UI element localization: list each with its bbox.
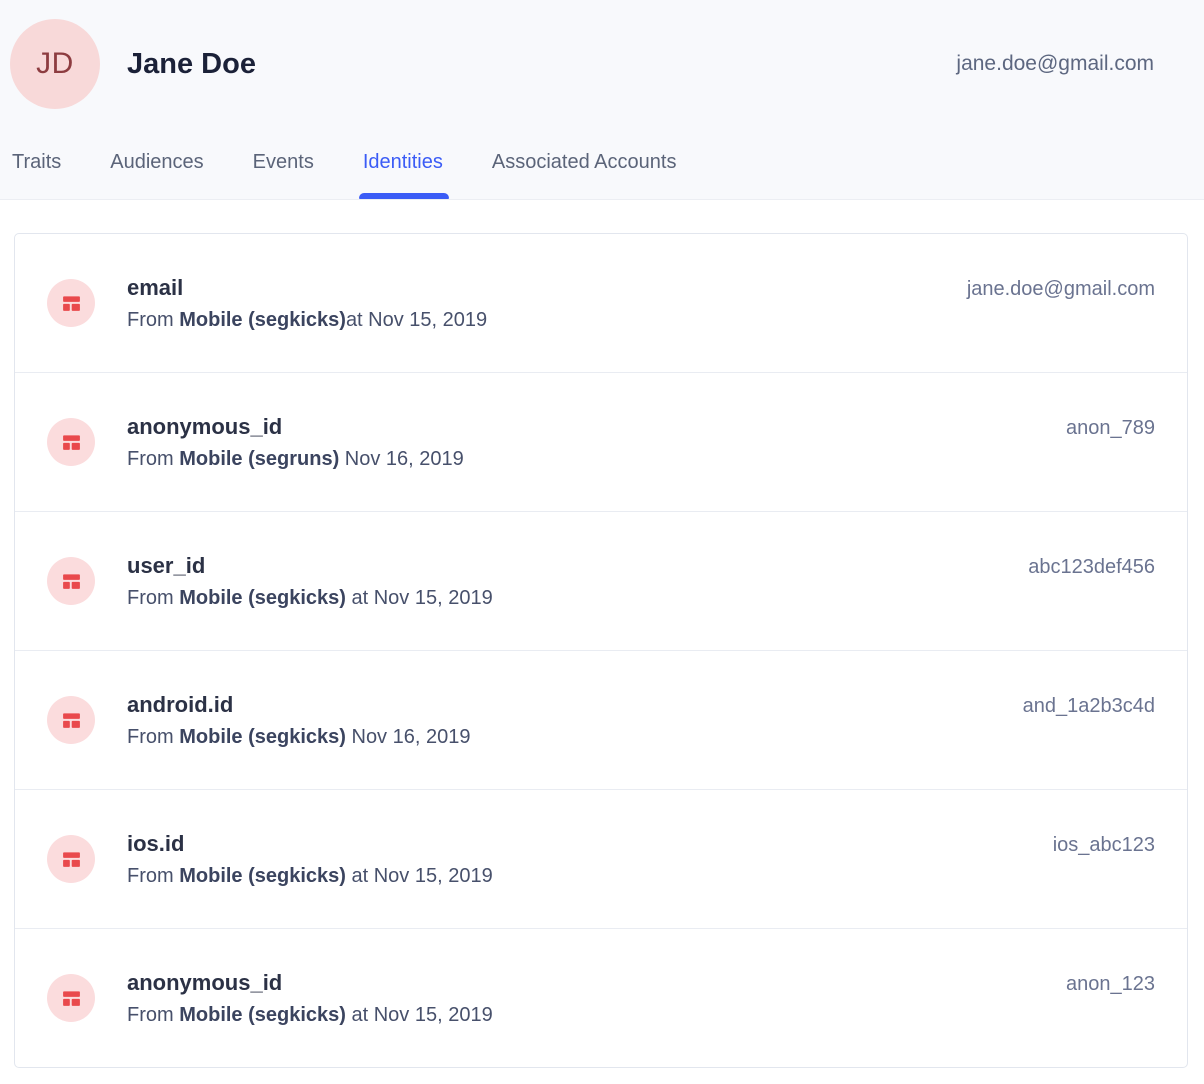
source-name: Mobile (segkicks) xyxy=(179,865,346,887)
identity-main: anonymous_id From Mobile (segruns) Nov 1… xyxy=(127,414,1066,471)
from-label: From xyxy=(127,448,179,470)
source-name: Mobile (segkicks) xyxy=(179,309,346,331)
tab-events[interactable]: Events xyxy=(253,151,314,199)
identity-value: abc123def456 xyxy=(1028,555,1155,579)
identity-value: anon_123 xyxy=(1066,972,1155,996)
profile-email: jane.doe@gmail.com xyxy=(956,52,1154,76)
tab-label: Audiences xyxy=(110,151,203,173)
tab-identities[interactable]: Identities xyxy=(363,151,443,199)
date-text: at Nov 15, 2019 xyxy=(346,1004,493,1026)
identity-row-ios-id: ios.id From Mobile (segkicks) at Nov 15,… xyxy=(15,789,1187,928)
source-name: Mobile (segkicks) xyxy=(179,726,346,748)
avatar-initials: JD xyxy=(36,47,74,81)
active-tab-underline xyxy=(359,193,449,199)
identity-source-line: From Mobile (segkicks) at Nov 15, 2019 xyxy=(127,864,1053,888)
identity-name: email xyxy=(127,275,967,301)
layout-icon xyxy=(61,849,82,870)
identity-row-android-id: android.id From Mobile (segkicks) Nov 16… xyxy=(15,650,1187,789)
from-label: From xyxy=(127,587,179,609)
profile-tabs: Traits Audiences Events Identities Assoc… xyxy=(12,151,676,199)
tab-label: Identities xyxy=(363,151,443,173)
tab-audiences[interactable]: Audiences xyxy=(110,151,203,199)
identity-name: android.id xyxy=(127,692,1023,718)
from-label: From xyxy=(127,865,179,887)
identity-main: ios.id From Mobile (segkicks) at Nov 15,… xyxy=(127,831,1053,888)
identity-source-line: From Mobile (segkicks)at Nov 15, 2019 xyxy=(127,308,967,332)
identity-icon-badge xyxy=(47,696,95,744)
date-text: at Nov 15, 2019 xyxy=(346,587,493,609)
identity-row-email: email From Mobile (segkicks)at Nov 15, 2… xyxy=(15,234,1187,372)
layout-icon xyxy=(61,988,82,1009)
identity-main: anonymous_id From Mobile (segkicks) at N… xyxy=(127,970,1066,1027)
tab-label: Traits xyxy=(12,151,61,173)
user-profile-page: JD Jane Doe jane.doe@gmail.com Traits Au… xyxy=(0,0,1204,1084)
identity-name: anonymous_id xyxy=(127,970,1066,996)
date-text: Nov 16, 2019 xyxy=(339,448,464,470)
identity-value: anon_789 xyxy=(1066,416,1155,440)
identity-source-line: From Mobile (segkicks) Nov 16, 2019 xyxy=(127,725,1023,749)
identity-icon-badge xyxy=(47,557,95,605)
identity-icon-badge xyxy=(47,835,95,883)
identities-list: email From Mobile (segkicks)at Nov 15, 2… xyxy=(14,233,1188,1068)
identity-icon-badge xyxy=(47,418,95,466)
date-text: Nov 16, 2019 xyxy=(346,726,471,748)
from-label: From xyxy=(127,1004,179,1026)
identity-value: and_1a2b3c4d xyxy=(1023,694,1155,718)
tab-associated-accounts[interactable]: Associated Accounts xyxy=(492,151,677,199)
date-text: at Nov 15, 2019 xyxy=(346,309,487,331)
from-label: From xyxy=(127,309,179,331)
layout-icon xyxy=(61,710,82,731)
from-label: From xyxy=(127,726,179,748)
identity-source-line: From Mobile (segkicks) at Nov 15, 2019 xyxy=(127,586,1028,610)
identity-icon-badge xyxy=(47,974,95,1022)
date-text: at Nov 15, 2019 xyxy=(346,865,493,887)
identity-main: android.id From Mobile (segkicks) Nov 16… xyxy=(127,692,1023,749)
identity-main: email From Mobile (segkicks)at Nov 15, 2… xyxy=(127,275,967,332)
identity-name: anonymous_id xyxy=(127,414,1066,440)
layout-icon xyxy=(61,571,82,592)
identity-main: user_id From Mobile (segkicks) at Nov 15… xyxy=(127,553,1028,610)
page-title: Jane Doe xyxy=(127,48,256,81)
tab-label: Events xyxy=(253,151,314,173)
identity-row-user-id: user_id From Mobile (segkicks) at Nov 15… xyxy=(15,511,1187,650)
layout-icon xyxy=(61,293,82,314)
profile-header: JD Jane Doe jane.doe@gmail.com Traits Au… xyxy=(0,0,1204,200)
tab-label: Associated Accounts xyxy=(492,151,677,173)
identity-name: ios.id xyxy=(127,831,1053,857)
tab-traits[interactable]: Traits xyxy=(12,151,61,199)
identity-row-anonymous-id: anonymous_id From Mobile (segruns) Nov 1… xyxy=(15,372,1187,511)
source-name: Mobile (segkicks) xyxy=(179,587,346,609)
source-name: Mobile (segkicks) xyxy=(179,1004,346,1026)
identity-value: jane.doe@gmail.com xyxy=(967,277,1155,301)
avatar: JD xyxy=(10,19,100,109)
profile-summary: JD Jane Doe jane.doe@gmail.com xyxy=(0,0,1204,110)
identity-icon-badge xyxy=(47,279,95,327)
layout-icon xyxy=(61,432,82,453)
source-name: Mobile (segruns) xyxy=(179,448,339,470)
identity-name: user_id xyxy=(127,553,1028,579)
identities-panel: email From Mobile (segkicks)at Nov 15, 2… xyxy=(0,200,1204,1084)
identity-row-anonymous-id-2: anonymous_id From Mobile (segkicks) at N… xyxy=(15,928,1187,1067)
identity-value: ios_abc123 xyxy=(1053,833,1155,857)
identity-source-line: From Mobile (segruns) Nov 16, 2019 xyxy=(127,447,1066,471)
identity-source-line: From Mobile (segkicks) at Nov 15, 2019 xyxy=(127,1003,1066,1027)
